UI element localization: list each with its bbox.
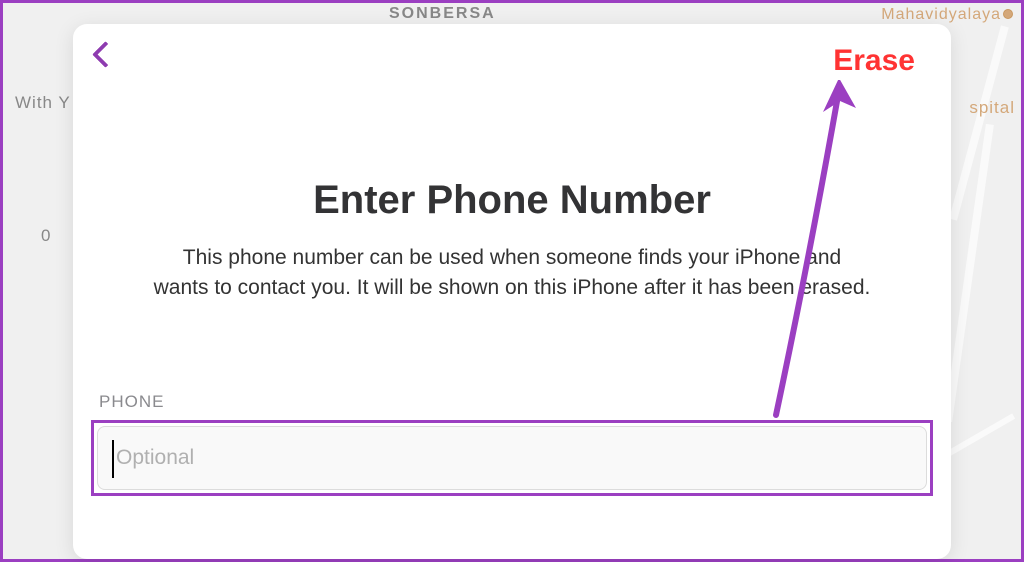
erase-phone-modal: Erase Enter Phone Number This phone numb… (73, 24, 951, 559)
map-label-zero: 0 (41, 226, 51, 246)
map-label-sonbersa: SONBERSA (389, 5, 496, 23)
map-road (943, 413, 1015, 458)
phone-section: PHONE (73, 392, 951, 496)
map-label-mahavidyalaya: Mahavidyalaya (881, 6, 1013, 24)
chevron-left-icon (93, 42, 109, 68)
annotation-input-highlight (91, 420, 933, 496)
modal-header: Erase (73, 24, 951, 78)
phone-input[interactable] (116, 427, 908, 489)
back-button[interactable] (93, 42, 109, 68)
erase-action-button[interactable]: Erase (833, 44, 915, 78)
modal-description: This phone number can be used when someo… (153, 243, 871, 304)
phone-input-container[interactable] (97, 426, 927, 490)
map-label-spital: spital (969, 98, 1015, 118)
modal-title: Enter Phone Number (73, 178, 951, 223)
phone-field-label: PHONE (99, 392, 933, 412)
text-cursor (112, 440, 114, 478)
map-poi-dot (1003, 9, 1013, 19)
map-label-with: With Y (15, 93, 71, 113)
